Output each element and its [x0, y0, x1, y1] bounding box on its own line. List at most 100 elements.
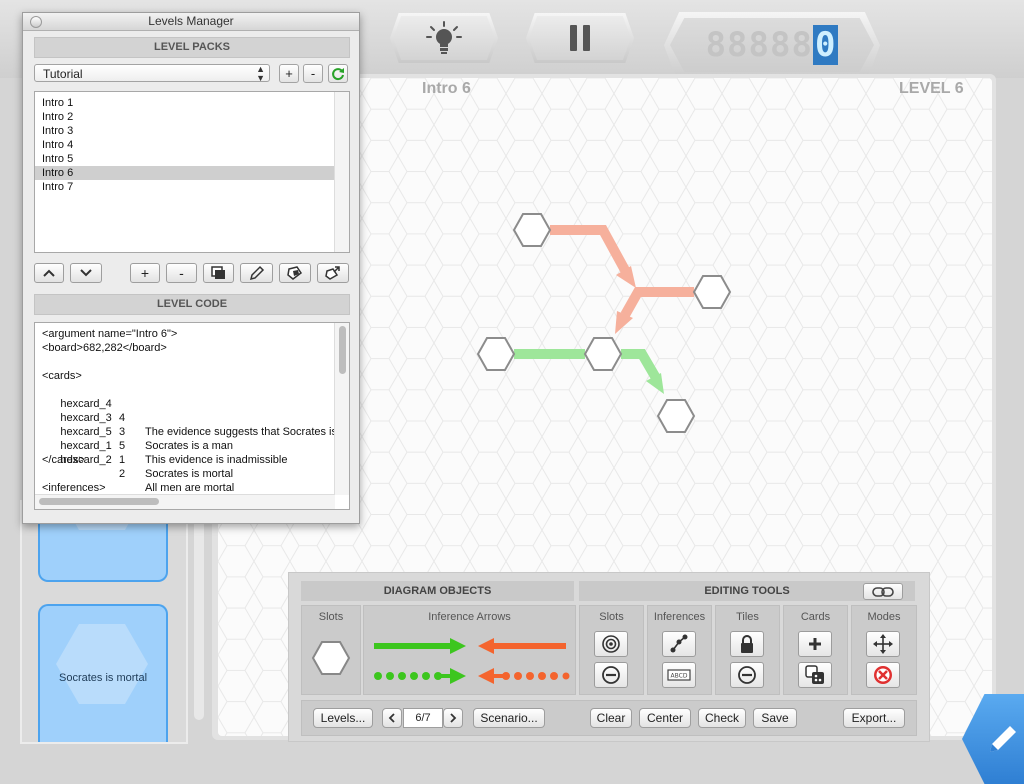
- remove-slot-button[interactable]: [594, 662, 628, 688]
- remove-tile-button[interactable]: [730, 662, 764, 688]
- next-level-button[interactable]: [443, 708, 463, 728]
- code-vertical-scrollbar[interactable]: [334, 323, 349, 495]
- pencil-icon: [249, 265, 264, 281]
- pencil-icon: [990, 726, 1016, 752]
- plus-icon: [809, 638, 821, 650]
- level-list-item[interactable]: Intro 5: [35, 152, 340, 166]
- timer-lit-digit: 0: [812, 25, 839, 65]
- label-inference-button[interactable]: ABCD: [662, 662, 696, 688]
- level-code-header: LEVEL CODE: [34, 294, 350, 315]
- move-mode-button[interactable]: [866, 631, 900, 657]
- level-list-scrollbar[interactable]: [334, 92, 349, 252]
- remove-pack-button[interactable]: -: [303, 64, 323, 83]
- linked-support-arrow-tool[interactable]: [374, 668, 466, 684]
- add-card-button[interactable]: [798, 631, 832, 657]
- timer-dim-digits: 88888: [705, 25, 813, 65]
- group-label: Cards: [800, 611, 831, 623]
- export-icon: [325, 266, 340, 280]
- slot-hexagon-tool[interactable]: [311, 638, 351, 678]
- add-level-button[interactable]: +: [130, 263, 160, 283]
- diagram-objects-header: DIAGRAM OBJECTS: [301, 581, 574, 601]
- edit-tiles-group: Tiles: [715, 605, 780, 695]
- code-card-number: 2: [119, 468, 126, 480]
- minus-circle-icon: [602, 666, 620, 684]
- import-level-button[interactable]: [279, 263, 311, 283]
- chevron-down-icon: [80, 269, 92, 277]
- argument-card[interactable]: Socrates is mortal: [38, 604, 168, 742]
- check-button[interactable]: Check: [698, 708, 746, 728]
- group-label: Slots: [599, 611, 624, 623]
- level-name: Intro 6: [422, 80, 471, 97]
- add-slot-button[interactable]: [594, 631, 628, 657]
- level-code-editor[interactable]: <argument name="Intro 6"> <board>682,282…: [34, 322, 350, 510]
- save-button[interactable]: Save: [753, 708, 797, 728]
- level-list-item[interactable]: Intro 4: [35, 138, 340, 152]
- minus-circle-icon: [738, 666, 756, 684]
- card-panel-scrollbar[interactable]: [194, 500, 204, 720]
- refresh-icon: [332, 67, 344, 80]
- scenario-button[interactable]: Scenario...: [473, 708, 545, 728]
- code-line: </cards>: [42, 454, 85, 466]
- duplicate-level-button[interactable]: [203, 263, 234, 283]
- pause-button[interactable]: [526, 13, 634, 63]
- attack-arrow-tool[interactable]: [478, 638, 566, 654]
- editor-footer: Levels... 6/7 Scenario... Clear Center C…: [301, 700, 917, 736]
- level-list-item[interactable]: Intro 2: [35, 110, 340, 124]
- slots-group: Slots: [301, 605, 361, 695]
- edit-slots-group: Slots: [579, 605, 644, 695]
- code-card-text: All men are mortal: [145, 482, 235, 494]
- pause-icon: [570, 25, 590, 51]
- export-button[interactable]: Export...: [843, 708, 905, 728]
- target-icon: [602, 635, 620, 653]
- previous-level-button[interactable]: [382, 708, 402, 728]
- chevron-left-icon: [388, 713, 395, 723]
- hint-button[interactable]: [390, 13, 498, 63]
- code-line: <board>682,282</board>: [42, 342, 167, 354]
- scroll-thumb[interactable]: [339, 326, 346, 374]
- level-list-item[interactable]: Intro 1: [35, 96, 340, 110]
- connect-inference-button[interactable]: [662, 631, 696, 657]
- move-arrows-icon: [873, 634, 893, 654]
- group-label: Modes: [867, 611, 901, 623]
- level-number: LEVEL 6: [899, 80, 964, 97]
- delete-x-icon: [874, 666, 892, 684]
- scroll-thumb[interactable]: [39, 498, 159, 505]
- levels-button[interactable]: Levels...: [313, 708, 373, 728]
- refresh-pack-button[interactable]: [328, 64, 348, 83]
- edit-cards-group: Cards: [783, 605, 848, 695]
- lightbulb-icon: [426, 21, 462, 54]
- shuffle-cards-button[interactable]: [798, 662, 832, 688]
- window-titlebar[interactable]: Levels Manager: [23, 13, 359, 31]
- level-packs-header: LEVEL PACKS: [34, 37, 350, 58]
- remove-level-button[interactable]: -: [166, 263, 197, 283]
- move-down-button[interactable]: [70, 263, 102, 283]
- close-window-button[interactable]: [30, 16, 42, 28]
- code-line: <argument name="Intro 6">: [42, 328, 178, 340]
- code-horizontal-scrollbar[interactable]: [35, 494, 335, 509]
- level-pack-select[interactable]: Tutorial ▲ ▼: [34, 64, 270, 83]
- select-arrows-icon: ▲ ▼: [256, 64, 265, 83]
- level-list-item[interactable]: Intro 7: [35, 180, 340, 194]
- center-button[interactable]: Center: [639, 708, 691, 728]
- add-pack-button[interactable]: +: [279, 64, 299, 83]
- import-icon: [287, 266, 303, 280]
- rename-level-button[interactable]: [240, 263, 273, 283]
- clear-button[interactable]: Clear: [590, 708, 632, 728]
- chevron-right-icon: [450, 713, 457, 723]
- duplicate-icon: [210, 266, 225, 279]
- lock-tile-button[interactable]: [730, 631, 764, 657]
- card-hex: [56, 624, 148, 704]
- linked-attack-arrow-tool[interactable]: [478, 668, 570, 684]
- code-line: <inferences>: [42, 482, 106, 494]
- link-button[interactable]: [863, 583, 903, 600]
- move-up-button[interactable]: [34, 263, 64, 283]
- level-list-item[interactable]: Intro 3: [35, 124, 340, 138]
- export-level-button[interactable]: [317, 263, 349, 283]
- levels-manager-window: Levels Manager LEVEL PACKS Tutorial ▲ ▼ +…: [22, 12, 360, 524]
- level-list-item-selected[interactable]: Intro 6: [35, 166, 340, 180]
- chevron-up-icon: [43, 269, 55, 277]
- group-label: Inference Arrows: [428, 611, 511, 623]
- code-line: <cards>: [42, 370, 82, 382]
- delete-mode-button[interactable]: [866, 662, 900, 688]
- support-arrow-tool[interactable]: [374, 638, 466, 654]
